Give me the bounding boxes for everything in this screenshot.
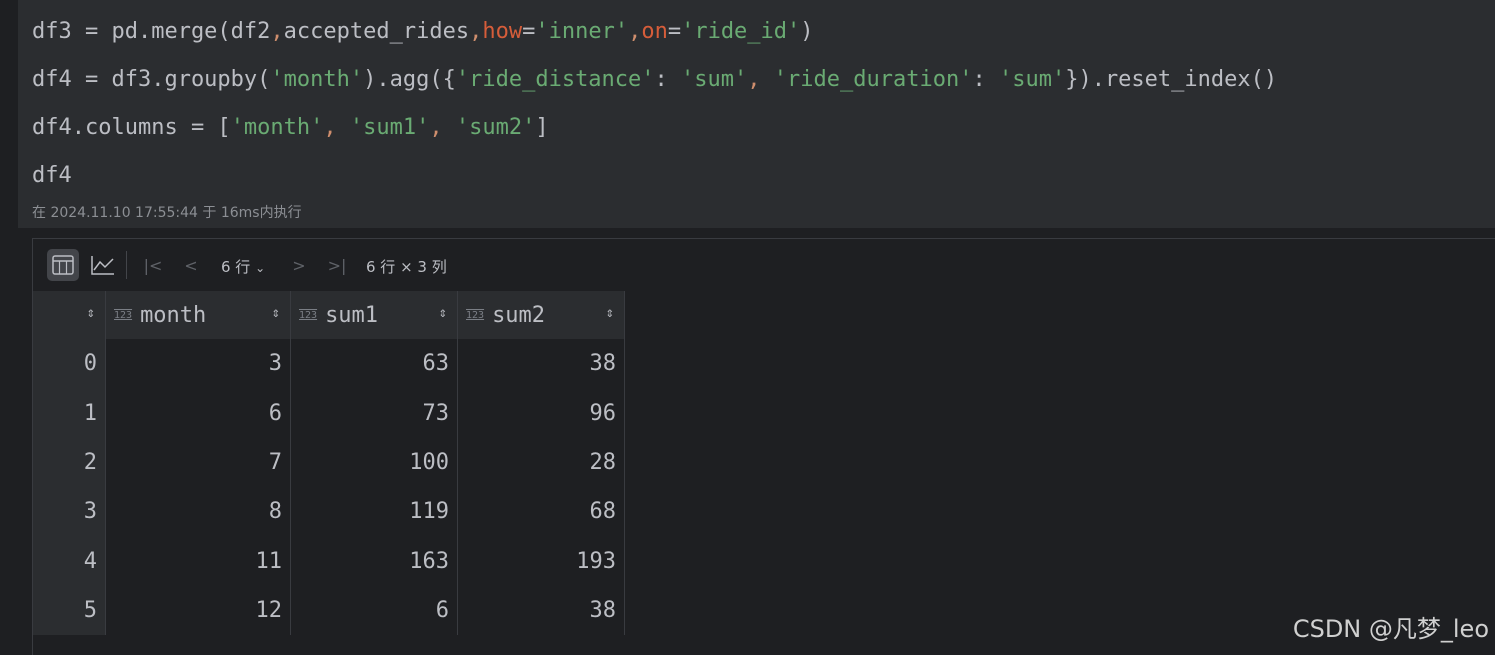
cell-month[interactable]: 11 <box>105 536 291 586</box>
table-view-icon[interactable] <box>47 249 79 281</box>
table-row[interactable]: 4 11 163 193 <box>33 536 625 586</box>
table-row[interactable]: 2 7 100 28 <box>33 437 625 488</box>
code-cell[interactable]: df3 = pd.merge(df2,accepted_rides,how='i… <box>18 0 1495 228</box>
code-token: , <box>429 115 456 140</box>
code-token: : <box>972 67 999 92</box>
table-header-row: ⇕ 123 month ⇕ 123 sum1 ⇕ 123 sum2 ⇕ <box>33 291 625 339</box>
code-token: , <box>270 19 284 44</box>
row-index: 0 <box>33 339 106 389</box>
cell-sum1[interactable]: 6 <box>290 585 458 636</box>
cell-month[interactable]: 12 <box>105 585 291 636</box>
code-token: 'ride_distance' <box>455 67 655 92</box>
sort-icon[interactable]: ⇕ <box>439 305 447 321</box>
output-toolbar: |< < 6 行 ⌄ > >| 6 行 × 3 列 <box>33 239 1495 291</box>
cell-sum2[interactable]: 68 <box>457 487 625 537</box>
code-token: df4 = df3.groupby( <box>32 67 271 92</box>
cell-sum2[interactable]: 28 <box>457 437 625 488</box>
column-header-label: month <box>140 302 207 328</box>
index-header[interactable]: ⇕ <box>33 291 106 339</box>
cell-sum1[interactable]: 63 <box>290 339 458 389</box>
toolbar-divider <box>126 251 127 279</box>
code-token: accepted_rides <box>283 19 470 44</box>
first-page-icon[interactable]: |< <box>141 253 165 277</box>
row-index: 1 <box>33 388 106 438</box>
numeric-type-icon: 123 <box>114 309 133 321</box>
sort-icon[interactable]: ⇕ <box>606 305 614 321</box>
row-index: 5 <box>33 585 106 636</box>
cell-month[interactable]: 7 <box>105 437 291 488</box>
output-panel: |< < 6 行 ⌄ > >| 6 行 × 3 列 ⇕ 123 month ⇕ <box>32 238 1495 655</box>
code-token: : <box>654 67 682 92</box>
code-token: ).agg({ <box>363 67 456 92</box>
numeric-type-icon: 123 <box>466 309 485 321</box>
column-header-month[interactable]: 123 month ⇕ <box>105 291 291 339</box>
code-token: ) <box>800 19 814 44</box>
code-token: 'ride_duration' <box>773 67 973 92</box>
code-token: 'inner' <box>535 19 629 44</box>
code-token: df3 = pd.merge(df2 <box>32 19 271 44</box>
sort-icon[interactable]: ⇕ <box>87 305 95 321</box>
code-token: 'sum1' <box>349 115 430 140</box>
code-line-4[interactable]: df4 <box>32 161 72 191</box>
chevron-down-icon: ⌄ <box>255 261 266 275</box>
cell-sum1[interactable]: 163 <box>290 536 458 586</box>
code-token: 'sum' <box>998 67 1066 92</box>
code-token: , <box>323 115 350 140</box>
table-dimensions: 6 行 × 3 列 <box>366 258 447 276</box>
cell-sum2[interactable]: 38 <box>457 585 625 636</box>
table-row[interactable]: 3 8 119 68 <box>33 487 625 537</box>
dataframe-table: ⇕ 123 month ⇕ 123 sum1 ⇕ 123 sum2 ⇕ 0 3 … <box>33 291 625 636</box>
code-token: , <box>469 19 483 44</box>
code-token: = <box>667 19 682 44</box>
next-page-icon[interactable]: > <box>287 253 311 277</box>
row-index: 2 <box>33 437 106 488</box>
row-index: 3 <box>33 487 106 537</box>
code-token: on <box>641 19 668 44</box>
cell-sum1[interactable]: 73 <box>290 388 458 438</box>
table-row[interactable]: 1 6 73 96 <box>33 388 625 438</box>
cell-month[interactable]: 8 <box>105 487 291 537</box>
code-token: 'sum' <box>681 67 748 92</box>
code-token: , <box>747 67 774 92</box>
code-line-3[interactable]: df4.columns = ['month', 'sum1', 'sum2'] <box>32 113 549 143</box>
cell-sum2[interactable]: 193 <box>457 536 625 586</box>
column-header-sum1[interactable]: 123 sum1 ⇕ <box>290 291 458 339</box>
code-token: 'month' <box>270 67 364 92</box>
code-token: 'month' <box>230 115 324 140</box>
cell-sum2[interactable]: 38 <box>457 339 625 389</box>
rows-selector[interactable]: 6 行 ⌄ <box>221 256 265 277</box>
chart-view-icon[interactable] <box>87 249 119 281</box>
column-header-label: sum1 <box>325 302 379 328</box>
cell-sum1[interactable]: 100 <box>290 437 458 488</box>
column-header-label: sum2 <box>492 302 546 328</box>
code-token: df4.columns = [ <box>32 115 231 140</box>
code-token: ] <box>535 115 549 140</box>
code-line-1[interactable]: df3 = pd.merge(df2,accepted_rides,how='i… <box>32 17 814 47</box>
table-row[interactable]: 5 12 6 38 <box>33 585 625 636</box>
prev-page-icon[interactable]: < <box>179 253 203 277</box>
code-token: 'sum2' <box>455 115 536 140</box>
table-row[interactable]: 0 3 63 38 <box>33 339 625 389</box>
sort-icon[interactable]: ⇕ <box>272 305 280 321</box>
numeric-type-icon: 123 <box>299 309 318 321</box>
execution-info: 在 2024.11.10 17:55:44 于 16ms内执行 <box>32 205 302 221</box>
rows-selector-label: 6 行 <box>221 258 251 276</box>
line-gutter <box>0 0 18 654</box>
row-index: 4 <box>33 536 106 586</box>
code-line-2[interactable]: df4 = df3.groupby('month').agg({'ride_di… <box>32 65 1277 95</box>
cell-month[interactable]: 6 <box>105 388 291 438</box>
code-token: df4 <box>32 163 72 188</box>
cell-sum2[interactable]: 96 <box>457 388 625 438</box>
code-token: , <box>628 19 642 44</box>
code-token: = <box>522 19 536 44</box>
code-token: how <box>482 19 523 44</box>
cell-sum1[interactable]: 119 <box>290 487 458 537</box>
watermark: CSDN @凡梦_leo <box>1292 615 1489 643</box>
last-page-icon[interactable]: >| <box>325 253 349 277</box>
column-header-sum2[interactable]: 123 sum2 ⇕ <box>457 291 625 339</box>
code-token: }).reset_index() <box>1065 67 1278 92</box>
cell-month[interactable]: 3 <box>105 339 291 389</box>
code-token: 'ride_id' <box>681 19 801 44</box>
